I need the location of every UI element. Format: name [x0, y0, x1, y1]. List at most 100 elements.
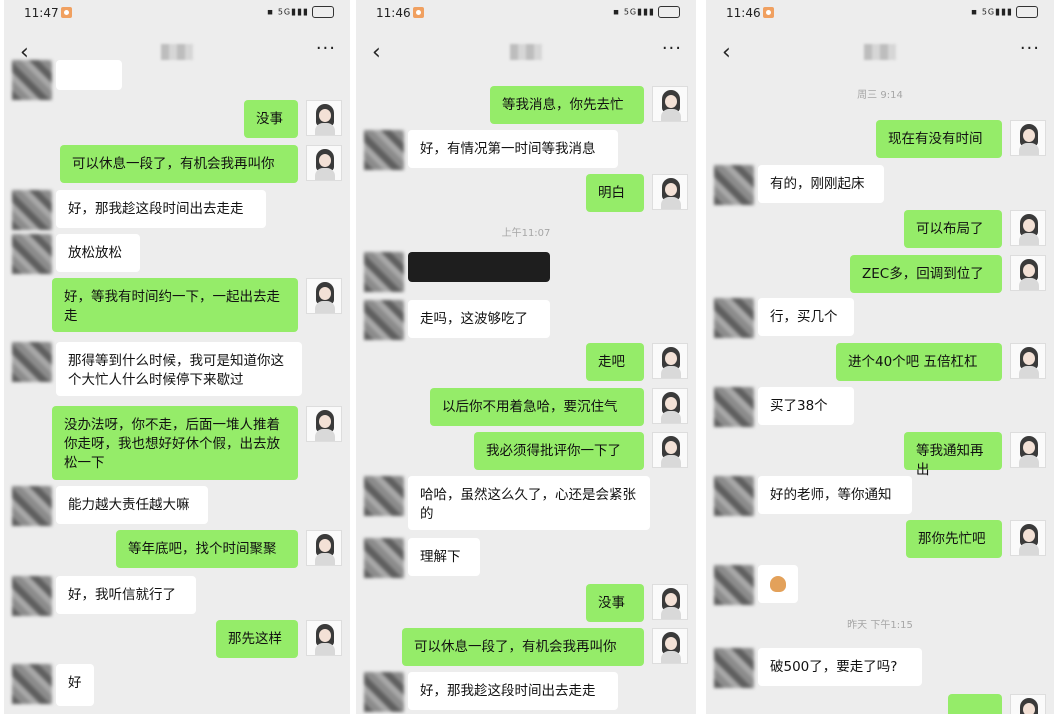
- my-avatar[interactable]: [1010, 432, 1046, 468]
- message-row-received: 理解下: [356, 538, 696, 578]
- message-bubble[interactable]: [56, 60, 122, 90]
- message-bubble[interactable]: 哈哈，虽然这么久了，心还是会紧张的: [408, 476, 650, 530]
- my-avatar[interactable]: [306, 100, 342, 136]
- redacted-message[interactable]: [408, 252, 550, 282]
- message-bubble[interactable]: 能力越大责任越大嘛: [56, 486, 208, 524]
- message-bubble[interactable]: 好，我听信就行了: [56, 576, 196, 614]
- message-bubble[interactable]: ZEC多，回调到位了: [850, 255, 1002, 293]
- message-bubble[interactable]: 没办法呀，你不走，后面一堆人推着你走呀，我也想好好休个假，出去放松一下: [52, 406, 298, 480]
- my-avatar[interactable]: [652, 432, 688, 468]
- message-bubble[interactable]: 那先这样: [216, 620, 298, 658]
- contact-avatar-blurred[interactable]: [12, 664, 52, 704]
- notification-icon: [763, 7, 774, 18]
- message-bubble[interactable]: 现在有没有时间: [876, 120, 1002, 158]
- message-text: 进个40个吧 五倍杠杠: [848, 354, 978, 370]
- message-row-received: 哈哈，虽然这么久了，心还是会紧张的: [356, 476, 696, 530]
- message-bubble[interactable]: 破500了，要走了吗?: [758, 648, 922, 686]
- message-bubble[interactable]: 有的，刚刚起床: [758, 165, 884, 203]
- message-timestamp: 上午11:07: [501, 228, 551, 239]
- message-text: 那得等到什么时候，我可是知道你这个大忙人什么时候停下来歇过: [68, 353, 284, 388]
- contact-avatar-blurred[interactable]: [12, 576, 52, 616]
- message-text: 买了38个: [770, 398, 828, 414]
- message-text: ZEC多，回调到位了: [862, 266, 984, 282]
- my-avatar[interactable]: [306, 620, 342, 656]
- message-bubble[interactable]: [758, 565, 798, 603]
- my-avatar[interactable]: [1010, 210, 1046, 246]
- my-avatar[interactable]: [1010, 255, 1046, 291]
- contact-avatar-blurred[interactable]: [714, 476, 754, 516]
- more-icon[interactable]: ···: [662, 38, 682, 59]
- message-bubble[interactable]: 可以休息一段了，有机会我再叫你: [402, 628, 644, 666]
- message-bubble[interactable]: 走吧: [586, 343, 644, 381]
- message-text: 可以休息一段了，有机会我再叫你: [414, 639, 617, 655]
- message-text: 等我消息，你先去忙: [502, 97, 624, 113]
- chat-header: ‹ ···: [706, 30, 1054, 78]
- message-bubble[interactable]: 可以休息一段了，有机会我再叫你: [60, 145, 298, 183]
- back-arrow-icon[interactable]: ‹: [372, 40, 381, 65]
- my-avatar[interactable]: [652, 343, 688, 379]
- my-avatar[interactable]: [652, 174, 688, 210]
- my-avatar[interactable]: [1010, 343, 1046, 379]
- contact-name-blurred: [864, 44, 896, 60]
- message-bubble[interactable]: 买了38个: [758, 387, 854, 425]
- my-avatar[interactable]: [1010, 694, 1046, 714]
- contact-avatar-blurred[interactable]: [364, 300, 404, 340]
- my-avatar[interactable]: [306, 530, 342, 566]
- message-bubble[interactable]: 行，买几个: [758, 298, 854, 336]
- message-row-received: 好: [4, 664, 350, 706]
- contact-avatar-blurred[interactable]: [714, 298, 754, 338]
- message-bubble[interactable]: 放松放松: [56, 234, 140, 272]
- contact-avatar-blurred[interactable]: [714, 387, 754, 427]
- more-icon[interactable]: ···: [1020, 38, 1040, 59]
- my-avatar[interactable]: [306, 145, 342, 181]
- contact-avatar-blurred[interactable]: [714, 648, 754, 688]
- message-bubble[interactable]: 明白: [586, 174, 644, 212]
- message-bubble[interactable]: 那得等到什么时候，我可是知道你这个大忙人什么时候停下来歇过: [56, 342, 302, 396]
- message-bubble[interactable]: 等我通知再出: [904, 432, 1002, 478]
- chat-panel-1: 11:47 ▪ 5G▮▮▮ ‹ ··· 没事 可以休息一段了，有机会我再叫你 好，那我趁这段…: [4, 0, 350, 714]
- message-row-received: [4, 60, 350, 100]
- message-bubble[interactable]: 进个40个吧 五倍杠杠: [836, 343, 1002, 381]
- contact-avatar-blurred[interactable]: [364, 252, 404, 292]
- message-bubble[interactable]: [948, 694, 1002, 714]
- message-bubble[interactable]: 好，有情况第一时间等我消息: [408, 130, 618, 168]
- contact-avatar-blurred[interactable]: [12, 486, 52, 526]
- message-bubble[interactable]: 好: [56, 664, 94, 706]
- contact-avatar-blurred[interactable]: [714, 565, 754, 605]
- message-bubble[interactable]: 以后你不用着急哈，要沉住气: [430, 388, 644, 426]
- my-avatar[interactable]: [1010, 520, 1046, 556]
- message-bubble[interactable]: 那你先忙吧: [906, 520, 1002, 558]
- message-bubble[interactable]: 可以布局了: [904, 210, 1002, 248]
- my-avatar[interactable]: [652, 388, 688, 424]
- contact-avatar-blurred[interactable]: [364, 672, 404, 712]
- my-avatar[interactable]: [652, 584, 688, 620]
- message-bubble[interactable]: 等年底吧，找个时间聚聚: [116, 530, 298, 568]
- message-bubble[interactable]: 没事: [586, 584, 644, 622]
- contact-avatar-blurred[interactable]: [12, 234, 52, 274]
- message-bubble[interactable]: 好，等我有时间约一下，一起出去走走: [52, 278, 298, 332]
- contact-avatar-blurred[interactable]: [364, 538, 404, 578]
- message-bubble[interactable]: 好的老师，等你通知: [758, 476, 912, 514]
- contact-avatar-blurred[interactable]: [12, 190, 52, 230]
- my-avatar[interactable]: [652, 86, 688, 122]
- message-bubble[interactable]: 好，那我趁这段时间出去走走: [408, 672, 618, 710]
- message-bubble[interactable]: 走吗，这波够吃了: [408, 300, 550, 338]
- contact-avatar-blurred[interactable]: [364, 476, 404, 516]
- my-avatar[interactable]: [652, 628, 688, 664]
- message-bubble[interactable]: 我必须得批评你一下了: [474, 432, 644, 470]
- contact-avatar-blurred[interactable]: [12, 60, 52, 100]
- message-bubble[interactable]: 等我消息，你先去忙: [490, 86, 644, 124]
- my-avatar[interactable]: [1010, 120, 1046, 156]
- contact-avatar-blurred[interactable]: [364, 130, 404, 170]
- message-row-sent: 进个40个吧 五倍杠杠: [706, 343, 1054, 381]
- message-bubble[interactable]: 好，那我趁这段时间出去走走: [56, 190, 266, 228]
- more-icon[interactable]: ···: [316, 38, 336, 59]
- message-text: 那你先忙吧: [918, 531, 986, 547]
- contact-avatar-blurred[interactable]: [714, 165, 754, 205]
- message-bubble[interactable]: 没事: [244, 100, 298, 138]
- my-avatar[interactable]: [306, 406, 342, 442]
- back-arrow-icon[interactable]: ‹: [722, 40, 731, 65]
- my-avatar[interactable]: [306, 278, 342, 314]
- message-bubble[interactable]: 理解下: [408, 538, 480, 576]
- contact-avatar-blurred[interactable]: [12, 342, 52, 382]
